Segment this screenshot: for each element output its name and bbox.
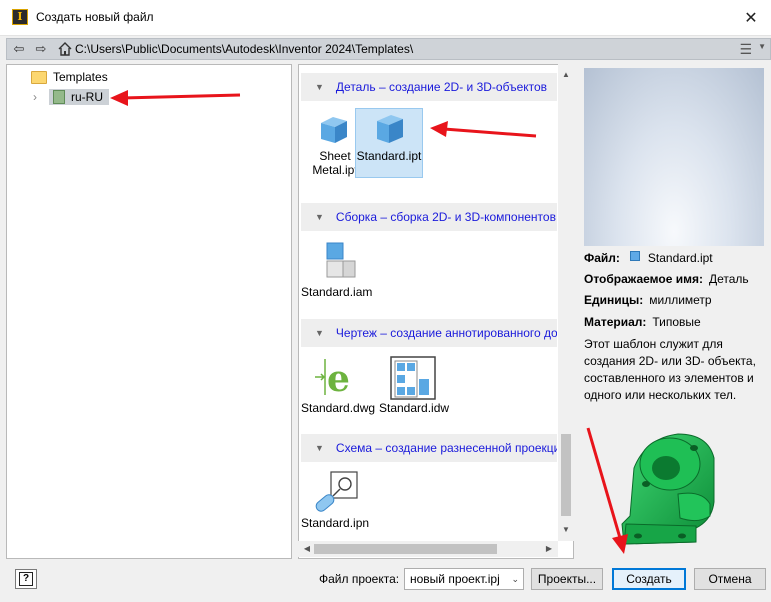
section-title: Деталь – создание 2D- и 3D-объектов bbox=[335, 80, 548, 94]
vertical-scrollbar[interactable]: ▲ ▼ bbox=[558, 64, 574, 541]
tree-item-ru-ru[interactable]: › ru-RU bbox=[33, 87, 109, 107]
path-text[interactable]: C:\Users\Public\Documents\Autodesk\Inven… bbox=[75, 42, 413, 56]
collapse-caret-icon[interactable]: ▼ bbox=[315, 212, 324, 222]
section-title: Схема – создание разнесенной проекции bbox=[335, 441, 557, 455]
section-header-assembly[interactable]: ▼ Сборка – сборка 2D- и 3D-компонентов bbox=[301, 203, 557, 231]
view-options-icon[interactable]: ☰ bbox=[739, 41, 752, 58]
tree-item-templates[interactable]: Templates bbox=[31, 67, 108, 87]
help-button[interactable]: ? bbox=[15, 569, 37, 589]
title-bar: Создать новый файл ✕ bbox=[0, 0, 771, 36]
inventor-app-icon bbox=[12, 9, 28, 25]
project-file-label: Файл проекта: bbox=[319, 572, 400, 586]
chevron-down-icon: ⌄ bbox=[511, 574, 519, 584]
part-file-icon bbox=[629, 251, 640, 261]
info-label: Единицы: bbox=[584, 293, 644, 307]
projects-button[interactable]: Проекты... bbox=[531, 568, 603, 590]
template-tile-standard-iam[interactable]: Standard.iam bbox=[301, 241, 373, 299]
template-tile-standard-ipt[interactable]: Standard.ipt bbox=[355, 108, 423, 178]
template-tile-standard-idw[interactable]: Standard.idw bbox=[379, 355, 450, 415]
section-title: Чертеж – создание аннотированного докуме… bbox=[335, 326, 557, 340]
tile-label: Standard.ipn bbox=[301, 516, 370, 530]
scrollbar-thumb[interactable] bbox=[561, 434, 571, 516]
info-value: Standard.ipt bbox=[647, 251, 713, 265]
scrollbar-thumb[interactable] bbox=[314, 544, 497, 554]
tree-item-label: Templates bbox=[53, 70, 108, 84]
template-description: Этот шаблон служит для создания 2D- или … bbox=[584, 337, 756, 402]
collapse-caret-icon[interactable]: ▼ bbox=[315, 443, 324, 453]
info-display-name: Отображаемое имя: Деталь bbox=[584, 272, 749, 286]
forward-arrow-icon[interactable]: ⇨ bbox=[33, 41, 49, 57]
folder-tree-panel: Templates › ru-RU bbox=[6, 64, 292, 559]
tile-label: Standard.idw bbox=[379, 401, 450, 415]
tile-label: Standard.dwg bbox=[301, 401, 376, 415]
section-header-part[interactable]: ▼ Деталь – создание 2D- и 3D-объектов bbox=[301, 73, 557, 101]
template-tile-standard-ipn[interactable]: Standard.ipn bbox=[301, 470, 369, 530]
bottom-bar: ? Файл проекта: новый проект.ipj ⌄ Проек… bbox=[0, 562, 771, 602]
green-part-image bbox=[621, 433, 715, 545]
view-options-caret-icon[interactable]: ▼ bbox=[758, 42, 766, 51]
horizontal-scrollbar[interactable]: ◀ ▶ bbox=[298, 541, 558, 557]
path-bar: ⇦ ⇨ C:\Users\Public\Documents\Autodesk\I… bbox=[6, 38, 771, 60]
scroll-right-icon[interactable]: ▶ bbox=[542, 541, 556, 557]
info-value: миллиметр bbox=[649, 293, 712, 307]
project-file-value: новый проект.ipj bbox=[410, 572, 500, 586]
tree-item-label: ru-RU bbox=[71, 90, 103, 104]
scroll-up-icon[interactable]: ▲ bbox=[558, 68, 574, 82]
info-value: Типовые bbox=[652, 315, 701, 329]
part-cube-icon bbox=[377, 115, 403, 143]
template-tile-standard-dwg[interactable]: e Standard.dwg bbox=[301, 355, 376, 415]
template-folder-icon bbox=[53, 90, 65, 104]
back-arrow-icon[interactable]: ⇦ bbox=[11, 41, 27, 57]
home-icon[interactable] bbox=[57, 41, 73, 57]
create-button[interactable]: Создать bbox=[612, 568, 686, 590]
close-button[interactable]: ✕ bbox=[731, 0, 771, 36]
tile-label: Standard.iam bbox=[301, 285, 373, 299]
project-file-select[interactable]: новый проект.ipj ⌄ bbox=[404, 568, 524, 590]
tile-label: Standard.ipt bbox=[356, 149, 422, 163]
cancel-button[interactable]: Отмена bbox=[694, 568, 766, 590]
templates-panel: ▼ Деталь – создание 2D- и 3D-объектов Sh… bbox=[298, 64, 574, 559]
assembly-icon bbox=[326, 242, 356, 278]
help-icon: ? bbox=[19, 572, 33, 586]
scroll-left-icon[interactable]: ◀ bbox=[300, 541, 314, 557]
presentation-icon bbox=[315, 471, 358, 512]
expand-chevron-icon[interactable]: › bbox=[33, 90, 43, 104]
tree-item-selected[interactable]: ru-RU bbox=[49, 89, 109, 105]
info-material: Материал: Типовые bbox=[584, 315, 701, 329]
section-title: Сборка – сборка 2D- и 3D-компонентов bbox=[335, 210, 556, 224]
dwg-drawing-icon: e bbox=[315, 358, 350, 400]
window-title: Создать новый файл bbox=[36, 10, 154, 24]
info-label: Файл: bbox=[584, 251, 620, 265]
info-value: Деталь bbox=[708, 272, 749, 286]
template-preview bbox=[584, 68, 764, 246]
info-units: Единицы: миллиметр bbox=[584, 293, 712, 307]
section-header-presentation[interactable]: ▼ Схема – создание разнесенной проекции bbox=[301, 434, 557, 462]
collapse-caret-icon[interactable]: ▼ bbox=[315, 328, 324, 338]
section-header-drawing[interactable]: ▼ Чертеж – создание аннотированного доку… bbox=[301, 319, 557, 347]
folder-icon bbox=[31, 70, 47, 84]
info-label: Материал: bbox=[584, 315, 647, 329]
info-file: Файл: Standard.ipt bbox=[584, 251, 713, 265]
svg-text:e: e bbox=[327, 358, 350, 400]
collapse-caret-icon[interactable]: ▼ bbox=[315, 82, 324, 92]
scroll-down-icon[interactable]: ▼ bbox=[558, 523, 574, 537]
part-cube-icon bbox=[321, 117, 347, 143]
info-label: Отображаемое имя: bbox=[584, 272, 703, 286]
idw-drawing-icon bbox=[390, 356, 436, 400]
